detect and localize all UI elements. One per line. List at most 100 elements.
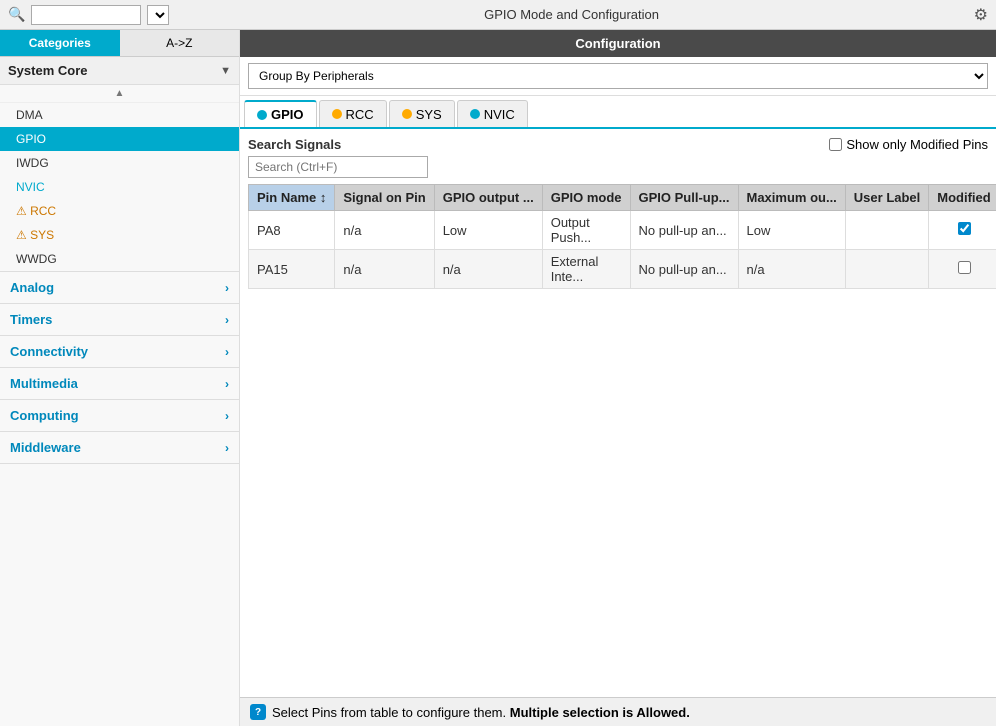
config-header: Configuration — [240, 30, 996, 57]
cell-max-output: n/a — [738, 250, 845, 289]
group-by-row: Group By Peripherals Group By Mode — [240, 57, 996, 96]
multimedia-label: Multimedia — [10, 376, 78, 391]
config-tabs: GPIO RCC SYS NVIC — [240, 96, 996, 129]
cell-user-label — [845, 211, 928, 250]
search-signals-input[interactable] — [248, 156, 428, 178]
rcc-tab-dot — [332, 109, 342, 119]
analog-label: Analog — [10, 280, 54, 295]
middleware-label: Middleware — [10, 440, 81, 455]
nvic-tab-label: NVIC — [484, 107, 515, 122]
col-gpio-mode[interactable]: GPIO mode — [542, 185, 630, 211]
analog-chevron: › — [225, 281, 229, 295]
sidebar-item-gpio[interactable]: GPIO — [0, 127, 239, 151]
footer-text: Select Pins from table to configure them… — [272, 705, 690, 720]
col-signal-on-pin[interactable]: Signal on Pin — [335, 185, 434, 211]
sidebar-item-wwdg[interactable]: WWDG — [0, 247, 239, 271]
col-pin-name[interactable]: Pin Name ↕ — [249, 185, 335, 211]
cell-gpio-pull: No pull-up an... — [630, 250, 738, 289]
gpio-tab-label: GPIO — [271, 107, 304, 122]
system-core-chevron: ▼ — [220, 65, 231, 77]
show-modified-checkbox[interactable] — [829, 138, 842, 151]
col-user-label[interactable]: User Label — [845, 185, 928, 211]
cell-gpio-output: n/a — [434, 250, 542, 289]
sys-tab-dot — [402, 109, 412, 119]
table-header-row: Pin Name ↕ Signal on Pin GPIO output ...… — [249, 185, 996, 211]
sidebar-item-iwdg[interactable]: IWDG — [0, 151, 239, 175]
middleware-header[interactable]: Middleware › — [0, 432, 239, 463]
tab-rcc[interactable]: RCC — [319, 100, 387, 127]
multimedia-header[interactable]: Multimedia › — [0, 368, 239, 399]
config-table: Pin Name ↕ Signal on Pin GPIO output ...… — [240, 184, 996, 697]
cell-gpio-mode: External Inte... — [542, 250, 630, 289]
sidebar-tabs: Categories A->Z — [0, 30, 239, 57]
gpio-tab-dot — [257, 110, 267, 120]
show-modified-label: Show only Modified Pins — [846, 137, 988, 152]
timers-section: Timers › — [0, 304, 239, 336]
connectivity-chevron: › — [225, 345, 229, 359]
top-search-input[interactable] — [31, 5, 141, 25]
sidebar-item-nvic[interactable]: NVIC — [0, 175, 239, 199]
tab-sys[interactable]: SYS — [389, 100, 455, 127]
cell-signal-on-pin: n/a — [335, 250, 434, 289]
system-core-label: System Core — [8, 63, 87, 78]
table-row[interactable]: PA15 n/a n/a External Inte... No pull-up… — [249, 250, 996, 289]
cell-gpio-pull: No pull-up an... — [630, 211, 738, 250]
sidebar-item-rcc[interactable]: ⚠ RCC — [0, 199, 239, 223]
app-title: GPIO Mode and Configuration — [175, 7, 967, 22]
connectivity-label: Connectivity — [10, 344, 88, 359]
col-gpio-output[interactable]: GPIO output ... — [434, 185, 542, 211]
cell-signal-on-pin: n/a — [335, 211, 434, 250]
search-input-wrap — [240, 156, 996, 184]
group-by-select[interactable]: Group By Peripherals Group By Mode — [248, 63, 988, 89]
connectivity-header[interactable]: Connectivity › — [0, 336, 239, 367]
col-max-output[interactable]: Maximum ou... — [738, 185, 845, 211]
cell-user-label — [845, 250, 928, 289]
middleware-chevron: › — [225, 441, 229, 455]
content-area: Configuration Group By Peripherals Group… — [240, 30, 996, 726]
computing-label: Computing — [10, 408, 79, 423]
tab-atoz[interactable]: A->Z — [120, 30, 240, 56]
analog-header[interactable]: Analog › — [0, 272, 239, 303]
sidebar-item-dma[interactable]: DMA — [0, 103, 239, 127]
tab-gpio[interactable]: GPIO — [244, 100, 317, 127]
tab-categories[interactable]: Categories — [0, 30, 120, 56]
modified-check-area: Show only Modified Pins — [829, 137, 988, 152]
timers-label: Timers — [10, 312, 52, 327]
system-core-items: DMA GPIO IWDG NVIC ⚠ RCC ⚠ SYS WWDG — [0, 103, 239, 271]
cell-pin-name: PA15 — [249, 250, 335, 289]
tab-nvic[interactable]: NVIC — [457, 100, 528, 127]
top-search-dropdown[interactable] — [147, 5, 169, 25]
gpio-table: Pin Name ↕ Signal on Pin GPIO output ...… — [248, 184, 996, 289]
computing-chevron: › — [225, 409, 229, 423]
modified-checkbox-pa8[interactable] — [958, 222, 971, 235]
sidebar: Categories A->Z System Core ▼ ▲ DMA GPIO… — [0, 30, 240, 726]
connectivity-section: Connectivity › — [0, 336, 239, 368]
sort-bar: ▲ — [0, 85, 239, 103]
gear-button[interactable]: ⚙ — [974, 5, 988, 25]
multimedia-section: Multimedia › — [0, 368, 239, 400]
cell-max-output: Low — [738, 211, 845, 250]
rcc-tab-label: RCC — [346, 107, 374, 122]
table-row[interactable]: PA8 n/a Low Output Push... No pull-up an… — [249, 211, 996, 250]
system-core-section: System Core ▼ ▲ DMA GPIO IWDG NVIC ⚠ RCC… — [0, 57, 239, 272]
middleware-section: Middleware › — [0, 432, 239, 464]
computing-section: Computing › — [0, 400, 239, 432]
col-modified[interactable]: Modified — [929, 185, 996, 211]
search-icon: 🔍 — [8, 6, 25, 23]
system-core-header[interactable]: System Core ▼ — [0, 57, 239, 85]
computing-header[interactable]: Computing › — [0, 400, 239, 431]
info-icon: ? — [250, 704, 266, 720]
sys-tab-label: SYS — [416, 107, 442, 122]
bottom-bar: ? Select Pins from table to configure th… — [240, 697, 996, 726]
search-area: Search Signals Show only Modified Pins — [240, 129, 996, 156]
col-gpio-pull[interactable]: GPIO Pull-up... — [630, 185, 738, 211]
multimedia-chevron: › — [225, 377, 229, 391]
nvic-tab-dot — [470, 109, 480, 119]
cell-pin-name: PA8 — [249, 211, 335, 250]
timers-header[interactable]: Timers › — [0, 304, 239, 335]
sort-up-arrow[interactable]: ▲ — [111, 88, 129, 99]
search-signals-label: Search Signals — [248, 137, 341, 152]
sidebar-item-sys[interactable]: ⚠ SYS — [0, 223, 239, 247]
timers-chevron: › — [225, 313, 229, 327]
modified-checkbox-pa15[interactable] — [958, 261, 971, 274]
